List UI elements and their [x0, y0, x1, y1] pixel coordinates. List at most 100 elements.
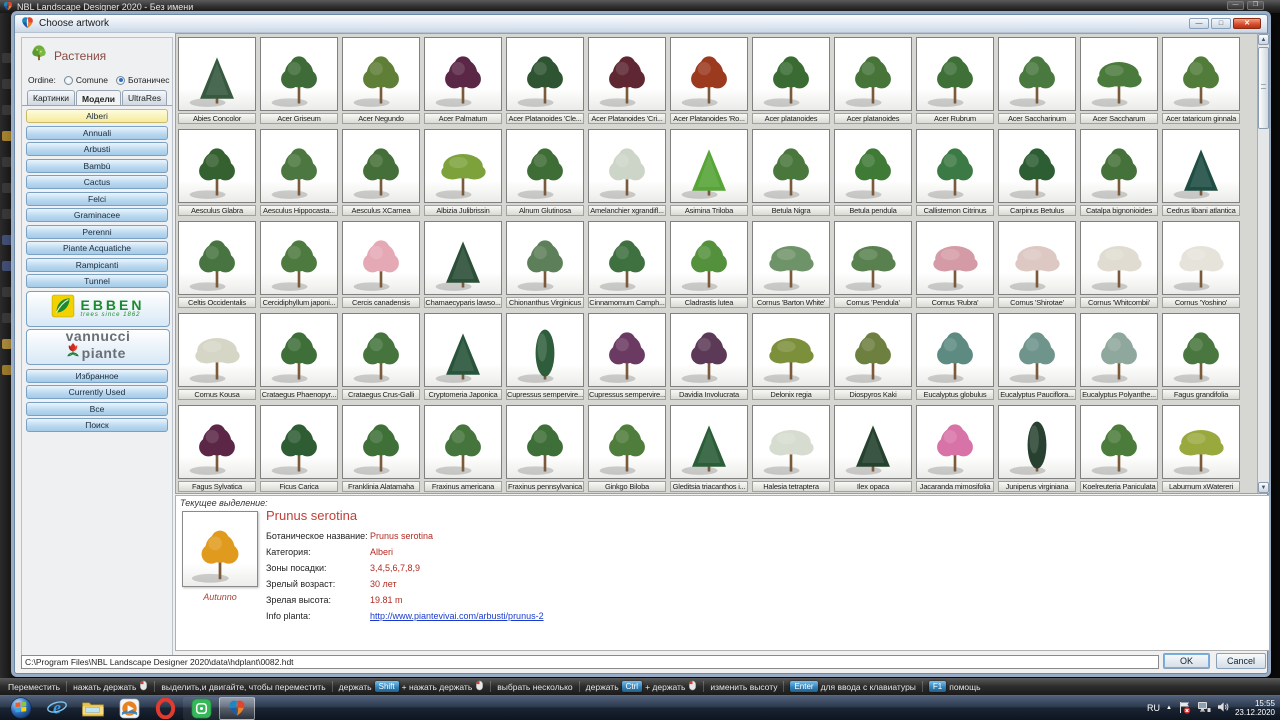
category-cactus[interactable]: Cactus	[26, 175, 168, 189]
artwork-thumbnail[interactable]: Koelreuteria Paniculata	[1080, 405, 1158, 497]
artwork-thumbnail[interactable]: Chamaecyparis lawso...	[424, 221, 502, 313]
opera-icon[interactable]	[147, 697, 183, 720]
artwork-thumbnail[interactable]: Fraxinus americana	[424, 405, 502, 497]
artwork-thumbnail[interactable]: Laburnum xWatereri	[1162, 405, 1240, 497]
artwork-thumbnail[interactable]: Catalpa bignonioides	[1080, 129, 1158, 221]
artwork-thumbnail[interactable]: Jacaranda mimosifolia	[916, 405, 994, 497]
artwork-thumbnail[interactable]: Eucalyptus globulus	[916, 313, 994, 405]
recorder-app-icon[interactable]	[183, 697, 219, 720]
artwork-thumbnail[interactable]: Davidia Involucrata	[670, 313, 748, 405]
artwork-thumbnail[interactable]: Aesculus Glabra	[178, 129, 256, 221]
artwork-thumbnail[interactable]: Eucalyptus Pauciflora...	[998, 313, 1076, 405]
artwork-thumbnail[interactable]: Acer Platanoides 'Cle...	[506, 37, 584, 129]
restore-button[interactable]: ❐	[1247, 1, 1264, 10]
artwork-thumbnail[interactable]: Acer Saccharinum	[998, 37, 1076, 129]
ordine-radio-comune[interactable]: Comune	[64, 75, 108, 85]
artwork-thumbnail[interactable]: Betula pendula	[834, 129, 912, 221]
artwork-thumbnail[interactable]: Acer Saccharum	[1080, 37, 1158, 129]
artwork-thumbnail[interactable]: Celtis Occidentalis	[178, 221, 256, 313]
network-icon[interactable]	[1197, 701, 1211, 715]
tray-clock[interactable]: 15:55 23.12.2020	[1235, 699, 1275, 717]
artwork-thumbnail[interactable]: Ilex opaca	[834, 405, 912, 497]
artwork-thumbnail[interactable]: Cornus 'Whitcombii'	[1080, 221, 1158, 313]
artwork-thumbnail[interactable]: Cinnamomum Camph...	[588, 221, 666, 313]
minimize-button[interactable]: —	[1227, 1, 1244, 10]
artwork-thumbnail[interactable]: Diospyros Kaki	[834, 313, 912, 405]
ordine-radio-ботаническ[interactable]: Ботаническ	[116, 75, 170, 85]
artwork-thumbnail[interactable]: Cornus Kousa	[178, 313, 256, 405]
artwork-thumbnail[interactable]: Acer Rubrum	[916, 37, 994, 129]
artwork-thumbnail[interactable]: Aesculus Hippocasta...	[260, 129, 338, 221]
dialog-minimize-button[interactable]: —	[1189, 18, 1209, 29]
category-piante-acquatiche[interactable]: Piante Acquatiche	[26, 241, 168, 255]
category-felci[interactable]: Felci	[26, 192, 168, 206]
artwork-thumbnail[interactable]: Betula Nigra	[752, 129, 830, 221]
artwork-thumbnail[interactable]: Fagus grandifolia	[1162, 313, 1240, 405]
artwork-thumbnail[interactable]: Acer Platanoides 'Cri...	[588, 37, 666, 129]
artwork-thumbnail[interactable]: Gleditsia triacanthos i...	[670, 405, 748, 497]
artwork-thumbnail[interactable]: Cornus 'Shirotae'	[998, 221, 1076, 313]
language-indicator[interactable]: RU	[1147, 703, 1160, 713]
artwork-thumbnail[interactable]: Cladrastis lutea	[670, 221, 748, 313]
sidebar-button-все[interactable]: Все	[26, 402, 168, 416]
category-rampicanti[interactable]: Rampicanti	[26, 258, 168, 272]
artwork-thumbnail[interactable]: Cedrus libani atlantica	[1162, 129, 1240, 221]
artwork-thumbnail[interactable]: Abies Concolor	[178, 37, 256, 129]
category-alberi[interactable]: Alberi	[26, 109, 168, 123]
dialog-maximize-button[interactable]: □	[1211, 18, 1231, 29]
artwork-thumbnail[interactable]: Callistemon Citrinus	[916, 129, 994, 221]
artwork-thumbnail[interactable]: Juniperus virginiana	[998, 405, 1076, 497]
start-button[interactable]	[3, 697, 39, 720]
artwork-thumbnail[interactable]: Acer Griseum	[260, 37, 338, 129]
tab-ultrares[interactable]: UltraRes	[122, 90, 167, 105]
category-tunnel[interactable]: Tunnel	[26, 274, 168, 288]
artwork-thumbnail[interactable]: Cercidiphyllum japoni...	[260, 221, 338, 313]
file-explorer-icon[interactable]	[75, 697, 111, 720]
artwork-thumbnail[interactable]: Cornus 'Barton White'	[752, 221, 830, 313]
artwork-thumbnail[interactable]: Acer platanoides	[834, 37, 912, 129]
artwork-thumbnail[interactable]: Fagus Sylvatica	[178, 405, 256, 497]
artwork-thumbnail[interactable]: Chionanthus Virginicus	[506, 221, 584, 313]
artwork-thumbnail[interactable]: Fraxinus pennsylvanica	[506, 405, 584, 497]
category-graminacee[interactable]: Graminacee	[26, 208, 168, 222]
scroll-down-arrow[interactable]: ▼	[1258, 482, 1269, 493]
artwork-thumbnail[interactable]: Cornus 'Rubra'	[916, 221, 994, 313]
scrollbar-thumb[interactable]	[1258, 47, 1269, 129]
tray-expand-icon[interactable]: ▲	[1166, 705, 1172, 711]
artwork-thumbnail[interactable]: Crataegus Crus-Galli	[342, 313, 420, 405]
category-bambù[interactable]: Bambù	[26, 159, 168, 173]
tab-модели[interactable]: Модели	[76, 90, 121, 105]
grid-scrollbar[interactable]: ▲ ▼	[1257, 34, 1269, 493]
artwork-thumbnail[interactable]: Ginkgo Biloba	[588, 405, 666, 497]
artwork-thumbnail[interactable]: Halesia tetraptera	[752, 405, 830, 497]
internet-explorer-icon[interactable]: e	[39, 697, 75, 720]
artwork-thumbnail[interactable]: Cryptomeria Japonica	[424, 313, 502, 405]
artwork-thumbnail[interactable]: Eucalyptus Polyanthe...	[1080, 313, 1158, 405]
action-center-flag-icon[interactable]	[1178, 701, 1191, 716]
category-annuali[interactable]: Annuali	[26, 126, 168, 140]
artwork-thumbnail[interactable]: Crataegus Phaenopyr...	[260, 313, 338, 405]
file-path-field[interactable]: C:\Program Files\NBL Landscape Designer …	[21, 655, 1159, 669]
artwork-thumbnail[interactable]: Acer Negundo	[342, 37, 420, 129]
ok-button[interactable]: OK	[1163, 653, 1210, 669]
artwork-thumbnail[interactable]: Cupressus sempervire...	[506, 313, 584, 405]
category-perenni[interactable]: Perenni	[26, 225, 168, 239]
dialog-close-button[interactable]: ✕	[1233, 18, 1261, 29]
nbl-app-icon[interactable]	[219, 697, 255, 720]
info-planta-link[interactable]: http://www.piantevivai.com/arbusti/prunu…	[370, 611, 544, 621]
artwork-thumbnail[interactable]: Albizia Julibrissin	[424, 129, 502, 221]
artwork-thumbnail[interactable]: Franklinia Alatamaha	[342, 405, 420, 497]
artwork-thumbnail[interactable]: Asimina Triloba	[670, 129, 748, 221]
artwork-thumbnail[interactable]: Aesculus XCarnea	[342, 129, 420, 221]
artwork-thumbnail[interactable]: Acer tataricum ginnala	[1162, 37, 1240, 129]
sidebar-button-currently-used[interactable]: Currently Used	[26, 385, 168, 399]
artwork-thumbnail[interactable]: Alnum Glutinosa	[506, 129, 584, 221]
artwork-thumbnail[interactable]: Cornus 'Yoshino'	[1162, 221, 1240, 313]
artwork-thumbnail[interactable]: Acer platanoides	[752, 37, 830, 129]
artwork-thumbnail[interactable]: Acer Platanoides 'Ro...	[670, 37, 748, 129]
media-player-icon[interactable]	[111, 697, 147, 720]
artwork-thumbnail[interactable]: Cupressus sempervire...	[588, 313, 666, 405]
artwork-thumbnail[interactable]: Cornus 'Pendula'	[834, 221, 912, 313]
volume-icon[interactable]	[1217, 701, 1229, 715]
category-arbusti[interactable]: Arbusti	[26, 142, 168, 156]
